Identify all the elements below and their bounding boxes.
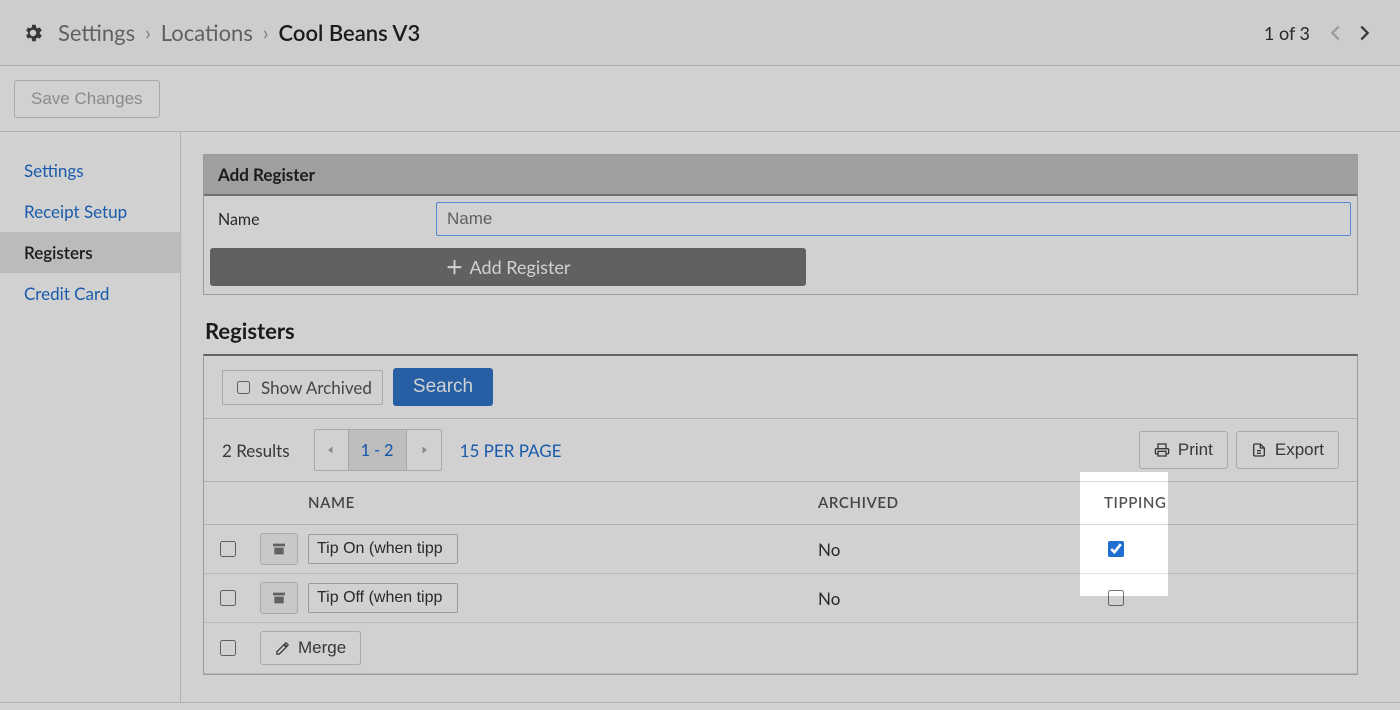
sidebar-item-settings[interactable]: Settings (0, 150, 180, 191)
print-button[interactable]: Print (1139, 431, 1228, 469)
archive-icon (271, 590, 287, 606)
export-button[interactable]: Export (1236, 431, 1339, 469)
pager: 1 - 2 (314, 429, 442, 471)
pencil-icon (275, 641, 290, 656)
archive-button[interactable] (260, 582, 298, 614)
row-archived-value: No (808, 574, 1094, 623)
breadcrumb-root[interactable]: Settings (58, 19, 135, 46)
pager-next (407, 430, 441, 470)
add-register-label: Add Register (470, 256, 571, 278)
footer-border (0, 702, 1400, 710)
merge-button[interactable]: Merge (260, 631, 361, 665)
name-label: Name (210, 210, 436, 229)
record-next-button[interactable] (1350, 19, 1378, 47)
save-changes-button[interactable]: Save Changes (14, 80, 160, 118)
archive-button[interactable] (260, 533, 298, 565)
col-name: NAME (308, 482, 808, 525)
gear-icon (22, 22, 44, 44)
show-archived-checkbox[interactable] (237, 381, 250, 394)
breadcrumb-locations[interactable]: Locations (161, 19, 253, 46)
table-row: No (204, 525, 1357, 574)
add-register-panel: Add Register Name ＋ Add Register (203, 154, 1358, 295)
registers-table-panel: Show Archived Search 2 Results 1 - 2 15 … (203, 354, 1358, 675)
merge-select-checkbox[interactable] (220, 640, 236, 656)
row-name-input[interactable] (308, 583, 458, 613)
sidebar-item-registers[interactable]: Registers (0, 232, 180, 273)
row-select-checkbox[interactable] (220, 590, 236, 606)
export-label: Export (1275, 440, 1324, 460)
row-select-checkbox[interactable] (220, 541, 236, 557)
row-name-input[interactable] (308, 534, 458, 564)
topbar: Settings › Locations › Cool Beans V3 1 o… (0, 0, 1400, 66)
search-button[interactable]: Search (393, 368, 493, 406)
sidebar: Settings Receipt Setup Registers Credit … (0, 132, 181, 703)
plus-icon: ＋ (446, 254, 464, 280)
merge-row: Merge (204, 623, 1357, 674)
show-archived-toggle[interactable]: Show Archived (222, 370, 383, 405)
pager-range[interactable]: 1 - 2 (349, 430, 407, 470)
record-prev-button (1322, 19, 1350, 47)
col-archived: ARCHIVED (808, 482, 1094, 525)
actionbar: Save Changes (0, 66, 1400, 132)
main-content: Add Register Name ＋ Add Register Registe… (181, 132, 1400, 703)
chevron-right-icon: › (145, 21, 151, 45)
show-archived-label: Show Archived (261, 377, 372, 398)
record-pager-count: 1 of 3 (1264, 22, 1310, 44)
add-register-header: Add Register (204, 155, 1357, 196)
chevron-right-icon: › (263, 21, 269, 45)
print-label: Print (1178, 440, 1213, 460)
row-archived-value: No (808, 525, 1094, 574)
archive-icon (271, 541, 287, 557)
col-tipping: TIPPING (1094, 482, 1214, 525)
row-tipping-checkbox[interactable] (1108, 541, 1124, 557)
per-page-select[interactable]: 15 PER PAGE (460, 440, 562, 461)
sidebar-item-receipt-setup[interactable]: Receipt Setup (0, 191, 180, 232)
registers-heading: Registers (205, 317, 1358, 344)
table-row: No (204, 574, 1357, 623)
pager-prev (315, 430, 349, 470)
breadcrumb-current: Cool Beans V3 (279, 19, 421, 46)
merge-label: Merge (298, 638, 346, 658)
register-name-input[interactable] (436, 202, 1351, 236)
export-icon (1251, 442, 1267, 458)
add-register-button[interactable]: ＋ Add Register (210, 248, 806, 286)
results-count: 2 Results (222, 440, 290, 461)
print-icon (1154, 442, 1170, 458)
registers-table: NAME ARCHIVED TIPPING (204, 481, 1357, 674)
row-tipping-checkbox[interactable] (1108, 590, 1124, 606)
sidebar-item-credit-card[interactable]: Credit Card (0, 273, 180, 314)
